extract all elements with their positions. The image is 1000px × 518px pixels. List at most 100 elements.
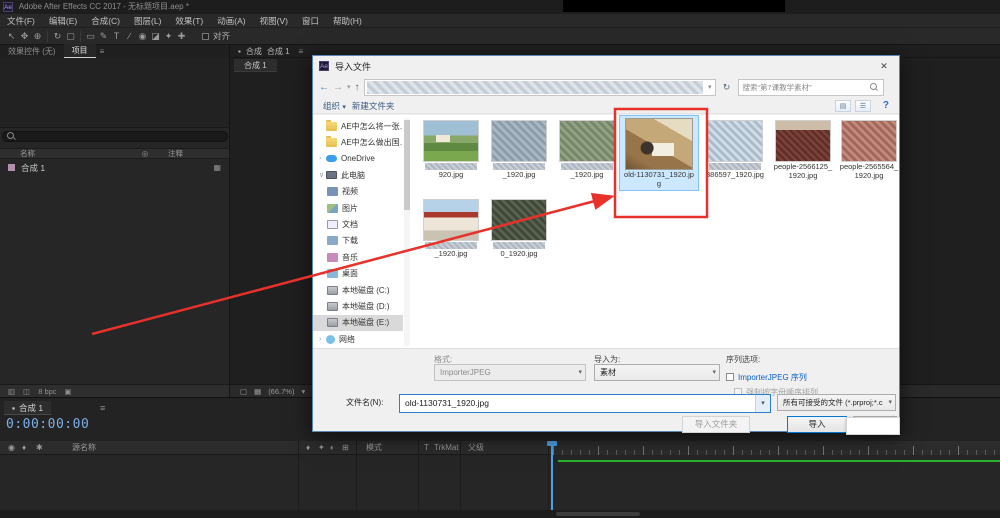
sidebar-item-videos[interactable]: 视频: [313, 184, 403, 200]
switch-effects-icon[interactable]: ✦: [318, 441, 325, 455]
refresh-icon[interactable]: ↻: [720, 82, 734, 93]
sidebar-item-folder2[interactable]: AE中怎么做出国…: [313, 134, 403, 150]
up-icon[interactable]: ↑: [355, 82, 360, 93]
panel-menu-icon[interactable]: ≡: [299, 47, 304, 56]
new-composition-icon[interactable]: ▣: [65, 387, 72, 396]
switch-3d-icon[interactable]: ⊞: [342, 441, 349, 455]
file-item[interactable]: 920.jpg: [419, 118, 483, 180]
organize-button[interactable]: 组织 ▾: [323, 100, 346, 112]
solo-column-icon[interactable]: ✱: [36, 441, 43, 455]
playhead[interactable]: [551, 441, 553, 516]
zoom-level[interactable]: (66.7%): [268, 387, 294, 396]
orbit-tool-icon[interactable]: ↻: [51, 28, 64, 45]
file-item[interactable]: _1920.jpg: [419, 197, 483, 259]
switch-motionblur-icon[interactable]: ◐: [330, 441, 335, 455]
zoom-caret-icon[interactable]: ▾: [301, 387, 305, 396]
filetype-dropdown[interactable]: 所有可接受的文件 (*.prproj;*.c▾: [777, 394, 896, 411]
chevron-expanded-icon[interactable]: ∨: [319, 171, 326, 179]
sidebar-item-music[interactable]: 音乐: [313, 249, 403, 265]
column-parent[interactable]: 父级: [468, 441, 484, 455]
column-mode[interactable]: 模式: [366, 441, 382, 455]
help-icon[interactable]: ?: [883, 100, 889, 111]
chevron-icon[interactable]: ›: [319, 155, 326, 162]
forward-icon[interactable]: →: [333, 82, 343, 93]
sidebar-scrollbar[interactable]: [404, 118, 410, 346]
view-mode-icon[interactable]: ▤: [835, 100, 851, 112]
align-checkbox[interactable]: [202, 33, 209, 40]
hand-tool-icon[interactable]: ✥: [18, 28, 31, 45]
pen-tool-icon[interactable]: ✎: [97, 28, 110, 45]
timeline-comp-tab[interactable]: ▪ 合成 1: [4, 401, 51, 415]
new-folder-button[interactable]: 新建文件夹: [352, 100, 395, 112]
puppet-tool-icon[interactable]: ✚: [175, 28, 188, 45]
address-bar[interactable]: ▾: [364, 79, 716, 96]
import-button[interactable]: 导入: [787, 416, 847, 433]
chevron-icon[interactable]: ›: [319, 336, 326, 343]
tab-project[interactable]: 项目: [64, 44, 96, 59]
work-area-bar[interactable]: [558, 460, 1000, 462]
address-caret-icon[interactable]: ▾: [705, 83, 715, 91]
menu-edit[interactable]: 编辑(E): [42, 14, 84, 28]
close-icon[interactable]: ✕: [869, 56, 899, 76]
column-trkmat[interactable]: TrkMat: [434, 441, 459, 455]
zoom-tool-icon[interactable]: ⊕: [31, 28, 44, 45]
region-of-interest-icon[interactable]: ▢: [240, 387, 247, 396]
sidebar-item-desktop[interactable]: 桌面: [313, 266, 403, 282]
panel-menu-icon[interactable]: ≡: [100, 403, 105, 413]
menu-window[interactable]: 窗口: [295, 14, 326, 28]
text-tool-icon[interactable]: T: [110, 28, 123, 45]
list-view-icon[interactable]: ☰: [855, 100, 871, 112]
menu-view[interactable]: 视图(V): [253, 14, 295, 28]
column-comment[interactable]: 注释: [160, 148, 183, 159]
label-color-swatch[interactable]: [8, 164, 15, 171]
sidebar-item-disk-d[interactable]: 本地磁盘 (D:): [313, 298, 403, 314]
clone-stamp-tool-icon[interactable]: ◉: [136, 28, 149, 45]
interpret-footage-icon[interactable]: ▥: [8, 387, 15, 396]
audio-column-icon[interactable]: ♦: [22, 441, 26, 455]
time-ruler[interactable]: [553, 441, 1000, 455]
switch-quality-icon[interactable]: ♦: [306, 441, 310, 455]
pan-behind-tool-icon[interactable]: ▢: [64, 28, 77, 45]
roto-brush-tool-icon[interactable]: ✦: [162, 28, 175, 45]
sidebar-item-this-pc[interactable]: ∨此电脑: [313, 167, 403, 183]
sidebar-item-onedrive[interactable]: ›OneDrive: [313, 151, 403, 167]
file-item[interactable]: 0_1920.jpg: [487, 197, 551, 259]
current-time-display[interactable]: 0:00:00:00: [6, 417, 89, 432]
menu-effect[interactable]: 效果(T): [168, 14, 210, 28]
filename-input[interactable]: old-1130731_1920.jpg▾: [399, 394, 771, 413]
back-icon[interactable]: ←: [319, 82, 329, 93]
menu-animation[interactable]: 动画(A): [210, 14, 252, 28]
file-item[interactable]: _1920.jpg: [487, 118, 551, 180]
new-folder-icon[interactable]: ◫: [23, 387, 30, 396]
import-as-dropdown[interactable]: 素材▾: [594, 364, 720, 381]
sidebar-item-folder1[interactable]: AE中怎么将一张…: [313, 118, 403, 134]
mask-tool-icon[interactable]: ▭: [84, 28, 97, 45]
sidebar-item-network[interactable]: ›网络: [313, 331, 403, 347]
project-item-row[interactable]: 合成 1 ▦: [0, 161, 229, 174]
history-caret-icon[interactable]: ▾: [347, 83, 351, 91]
file-item[interactable]: people-2565564_1920.jpg: [837, 118, 901, 180]
dialog-search-input[interactable]: 搜索“第7课教学素材”: [738, 79, 884, 96]
jpeg-sequence-checkbox[interactable]: [726, 373, 734, 381]
file-item-selected[interactable]: old-1130731_1920.jpg: [619, 115, 699, 191]
column-type-icon[interactable]: ◎: [130, 149, 160, 158]
panel-menu-icon[interactable]: ≡: [100, 47, 105, 56]
eraser-tool-icon[interactable]: ◪: [149, 28, 162, 45]
video-column-icon[interactable]: ◉: [8, 441, 15, 455]
selection-tool-icon[interactable]: ↖: [5, 28, 18, 45]
comp-viewer-tab[interactable]: 合成 1: [234, 59, 277, 72]
file-item[interactable]: _1920.jpg: [555, 118, 619, 180]
sidebar-item-downloads[interactable]: 下载: [313, 233, 403, 249]
project-bpc-indicator[interactable]: 8 bpc: [38, 387, 56, 396]
menu-file[interactable]: 文件(F): [0, 14, 42, 28]
menu-layer[interactable]: 图层(L): [127, 14, 168, 28]
sidebar-item-disk-c[interactable]: 本地磁盘 (C:): [313, 282, 403, 298]
sidebar-item-pictures[interactable]: 图片: [313, 200, 403, 216]
timeline-layer-area[interactable]: [0, 455, 1000, 511]
playhead-handle[interactable]: [547, 441, 557, 446]
column-t[interactable]: T: [424, 441, 429, 455]
transparency-grid-icon[interactable]: ▦: [254, 387, 261, 396]
brush-tool-icon[interactable]: ∕: [123, 28, 136, 45]
tab-effect-controls[interactable]: 效果控件 (无): [0, 45, 64, 58]
caret-down-icon[interactable]: ▾: [755, 395, 770, 412]
